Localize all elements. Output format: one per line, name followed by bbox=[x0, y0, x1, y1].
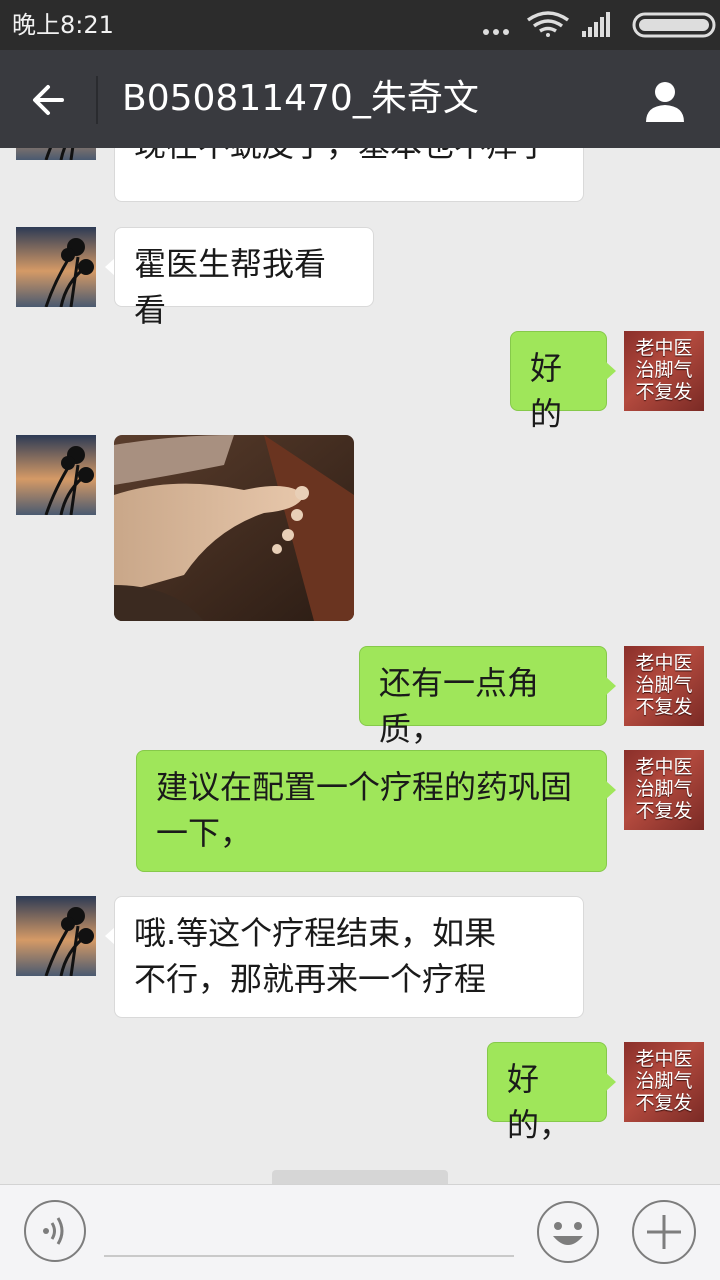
message-text: 建议在配置一个疗程的药巩固一下， bbox=[156, 768, 573, 852]
avatar-text: 老中医 bbox=[635, 756, 693, 778]
avatar-text: 老中医 bbox=[635, 337, 693, 359]
emoji-button[interactable] bbox=[536, 1200, 600, 1264]
message-bubble[interactable]: 还有一点角质， bbox=[359, 646, 607, 748]
battery-icon bbox=[632, 12, 716, 38]
message-bubble[interactable]: 现在不蜕皮了，基本也不痒了 bbox=[114, 148, 584, 202]
arrow-left-icon[interactable] bbox=[22, 74, 74, 126]
bubble-tail bbox=[606, 362, 616, 380]
message-input[interactable] bbox=[104, 1255, 514, 1257]
smiley-icon bbox=[537, 1201, 599, 1263]
input-bar bbox=[0, 1184, 720, 1280]
avatar-text: 不复发 bbox=[635, 800, 693, 822]
avatar-text: 不复发 bbox=[635, 381, 693, 403]
avatar-text: 老中医 bbox=[635, 652, 693, 674]
status-time: 晚上8:21 bbox=[12, 11, 114, 39]
plus-icon bbox=[647, 1215, 681, 1249]
message-bubble[interactable]: 建议在配置一个疗程的药巩固一下， bbox=[136, 750, 607, 872]
wifi-icon bbox=[526, 11, 570, 37]
message-bubble[interactable]: 霍医生帮我看看 bbox=[114, 227, 374, 329]
my-avatar[interactable]: 老中医 治脚气 不复发 bbox=[624, 1042, 704, 1122]
voice-button[interactable] bbox=[24, 1200, 86, 1262]
title-divider bbox=[96, 76, 98, 124]
bubble-tail bbox=[606, 1073, 616, 1091]
more-dots-icon bbox=[483, 29, 509, 35]
message-text: 现在不蜕皮了，基本也不痒了 bbox=[134, 148, 550, 164]
my-avatar[interactable]: 老中医 治脚气 不复发 bbox=[624, 331, 704, 411]
person-icon[interactable] bbox=[640, 76, 690, 126]
status-bar: 晚上8:21 bbox=[0, 0, 720, 50]
message-text: 霍医生帮我看看 bbox=[134, 245, 327, 329]
my-avatar[interactable]: 老中医 治脚气 不复发 bbox=[624, 646, 704, 726]
status-icons bbox=[483, 11, 716, 38]
voice-icon bbox=[43, 1217, 64, 1245]
message-bubble[interactable]: 哦.等这个疗程结束，如果不行，那就再来一个疗程 bbox=[114, 896, 584, 1018]
chat-area[interactable]: 现在不蜕皮了，基本也不痒了 霍医生帮我看看 bbox=[0, 148, 720, 1184]
message-bubble[interactable]: 好的， bbox=[487, 1042, 607, 1144]
plus-button[interactable] bbox=[632, 1200, 696, 1264]
my-avatar[interactable]: 老中医 治脚气 不复发 bbox=[624, 750, 704, 830]
title-bar: B050811470_朱奇文 bbox=[0, 50, 720, 148]
avatar-text: 老中医 bbox=[635, 1048, 693, 1070]
contact-avatar[interactable] bbox=[16, 148, 96, 160]
chat-title: B050811470_朱奇文 bbox=[122, 78, 479, 119]
message-bubble[interactable]: 好的 bbox=[510, 331, 607, 433]
avatar-text: 治脚气 bbox=[635, 674, 693, 696]
image-message[interactable] bbox=[114, 435, 354, 621]
avatar-text: 治脚气 bbox=[635, 1070, 693, 1092]
avatar-text: 不复发 bbox=[635, 1092, 693, 1114]
system-tip bbox=[272, 1170, 448, 1184]
signal-icon bbox=[582, 12, 610, 37]
contact-avatar[interactable] bbox=[16, 896, 96, 976]
message-text: 好的， bbox=[507, 1060, 572, 1144]
contact-avatar[interactable] bbox=[16, 435, 96, 515]
bubble-tail bbox=[606, 781, 616, 799]
message-text: 还有一点角质， bbox=[379, 664, 540, 748]
contact-avatar[interactable] bbox=[16, 227, 96, 307]
bubble-tail bbox=[606, 677, 616, 695]
message-text: 好的 bbox=[530, 349, 563, 433]
avatar-text: 治脚气 bbox=[635, 778, 693, 800]
message-text: 哦.等这个疗程结束，如果不行，那就再来一个疗程 bbox=[134, 914, 497, 998]
avatar-text: 治脚气 bbox=[635, 359, 693, 381]
avatar-text: 不复发 bbox=[635, 696, 693, 718]
